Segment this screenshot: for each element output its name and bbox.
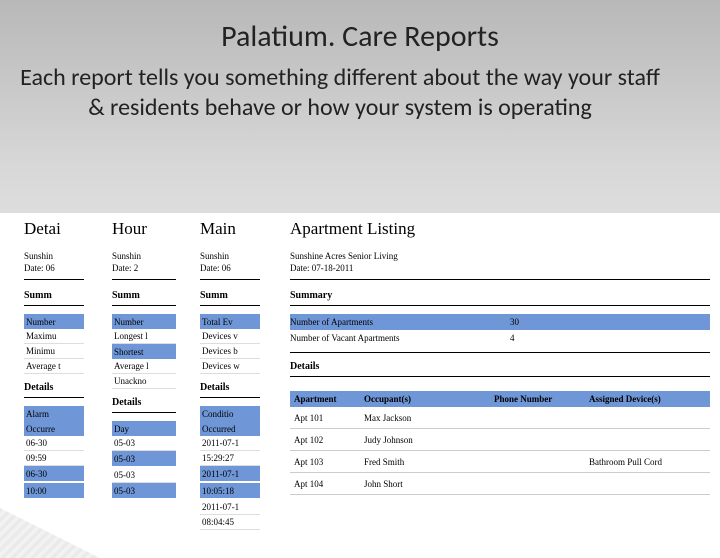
detail-row: 05-03: [112, 436, 176, 451]
summary-label: Summ: [24, 290, 84, 301]
summary-row: Number of Vacant Apartments4: [290, 330, 710, 346]
report-date: Date: 07-18-2011: [290, 263, 710, 273]
summary-row: Maximu: [24, 329, 84, 344]
col-occupant: Occupant(s): [360, 394, 490, 404]
divider: [112, 412, 176, 413]
summary-header: Number: [24, 314, 84, 329]
details-label: Details: [200, 382, 260, 393]
report-date: Date: 06: [200, 263, 260, 273]
detail-row: 10:00: [24, 483, 84, 498]
org-name: Sunshin: [200, 251, 260, 261]
summary-label: Summ: [112, 290, 176, 301]
report-detail: Detai Sunshin Date: 06 Summ Number Maxim…: [24, 213, 84, 500]
summary-row: Devices w: [200, 359, 260, 374]
slide-title: Palatium. Care Reports: [0, 18, 720, 55]
col-device: Assigned Device(s): [585, 394, 705, 404]
summary-label: Summary: [290, 290, 710, 301]
details-label: Details: [290, 361, 710, 372]
detail-row: 05-03: [112, 451, 176, 466]
summary-row: Average l: [112, 359, 176, 374]
table-header: Apartment Occupant(s) Phone Number Assig…: [290, 391, 710, 407]
divider: [290, 376, 710, 377]
detail-row: 10:05:18: [200, 483, 260, 498]
details-header: Occurre: [24, 421, 84, 436]
detail-row: 06-30: [24, 436, 84, 451]
table-row: Apt 102Judy Johnson: [290, 429, 710, 451]
divider: [24, 305, 84, 306]
divider: [290, 279, 710, 280]
detail-row: 2011-07-1: [200, 466, 260, 481]
summary-row: Number of Apartments30: [290, 314, 710, 330]
detail-row: 2011-07-1: [200, 436, 260, 451]
report-apartment-listing: Apartment Listing Sunshine Acres Senior …: [290, 213, 710, 495]
divider: [200, 279, 260, 280]
summary-row: Average t: [24, 359, 84, 374]
org-name: Sunshin: [112, 251, 176, 261]
report-head: Main: [200, 219, 260, 239]
summary-header: Total Ev: [200, 314, 260, 329]
detail-row: 06-30: [24, 466, 84, 481]
table-row: Apt 103Fred SmithBathroom Pull Cord: [290, 451, 710, 473]
details-header: Alarm: [24, 406, 84, 421]
table-row: Apt 101Max Jackson: [290, 407, 710, 429]
details-header: Occurred: [200, 421, 260, 436]
summary-label: Summ: [200, 290, 260, 301]
reports-area: Detai Sunshin Date: 06 Summ Number Maxim…: [0, 213, 720, 558]
col-phone: Phone Number: [490, 394, 585, 404]
detail-row: 09:59: [24, 451, 84, 466]
report-date: Date: 2: [112, 263, 176, 273]
divider: [112, 305, 176, 306]
summary-row: Devices v: [200, 329, 260, 344]
report-date: Date: 06: [24, 263, 84, 273]
slide-subtitle: Each report tells you something differen…: [20, 63, 660, 123]
report-main: Main Sunshin Date: 06 Summ Total Ev Devi…: [200, 213, 260, 530]
col-apartment: Apartment: [290, 394, 360, 404]
summary-header: Number: [112, 314, 176, 329]
divider: [200, 397, 260, 398]
details-header: Day: [112, 421, 176, 436]
divider: [24, 279, 84, 280]
divider: [290, 352, 710, 353]
divider: [112, 279, 176, 280]
summary-row: Unackno: [112, 374, 176, 389]
details-header: Conditio: [200, 406, 260, 421]
summary-row: Longest l: [112, 329, 176, 344]
org-name: Sunshin: [24, 251, 84, 261]
detail-row: 05-03: [112, 483, 176, 498]
summary-row: Minimu: [24, 344, 84, 359]
detail-row: 2011-07-1: [200, 500, 260, 515]
details-label: Details: [24, 382, 84, 393]
report-head: Apartment Listing: [290, 219, 710, 239]
summary-row: Devices b: [200, 344, 260, 359]
summary-row: Shortest: [112, 344, 176, 359]
report-head: Detai: [24, 219, 84, 239]
detail-row: 05-03: [112, 468, 176, 483]
report-head: Hour: [112, 219, 176, 239]
divider: [290, 305, 710, 306]
details-label: Details: [112, 397, 176, 408]
report-hour: Hour Sunshin Date: 2 Summ Number Longest…: [112, 213, 176, 500]
divider: [24, 397, 84, 398]
detail-row: 08:04:45: [200, 515, 260, 530]
table-row: Apt 104John Short: [290, 473, 710, 495]
org-name: Sunshine Acres Senior Living: [290, 251, 710, 261]
detail-row: 15:29:27: [200, 451, 260, 466]
divider: [200, 305, 260, 306]
